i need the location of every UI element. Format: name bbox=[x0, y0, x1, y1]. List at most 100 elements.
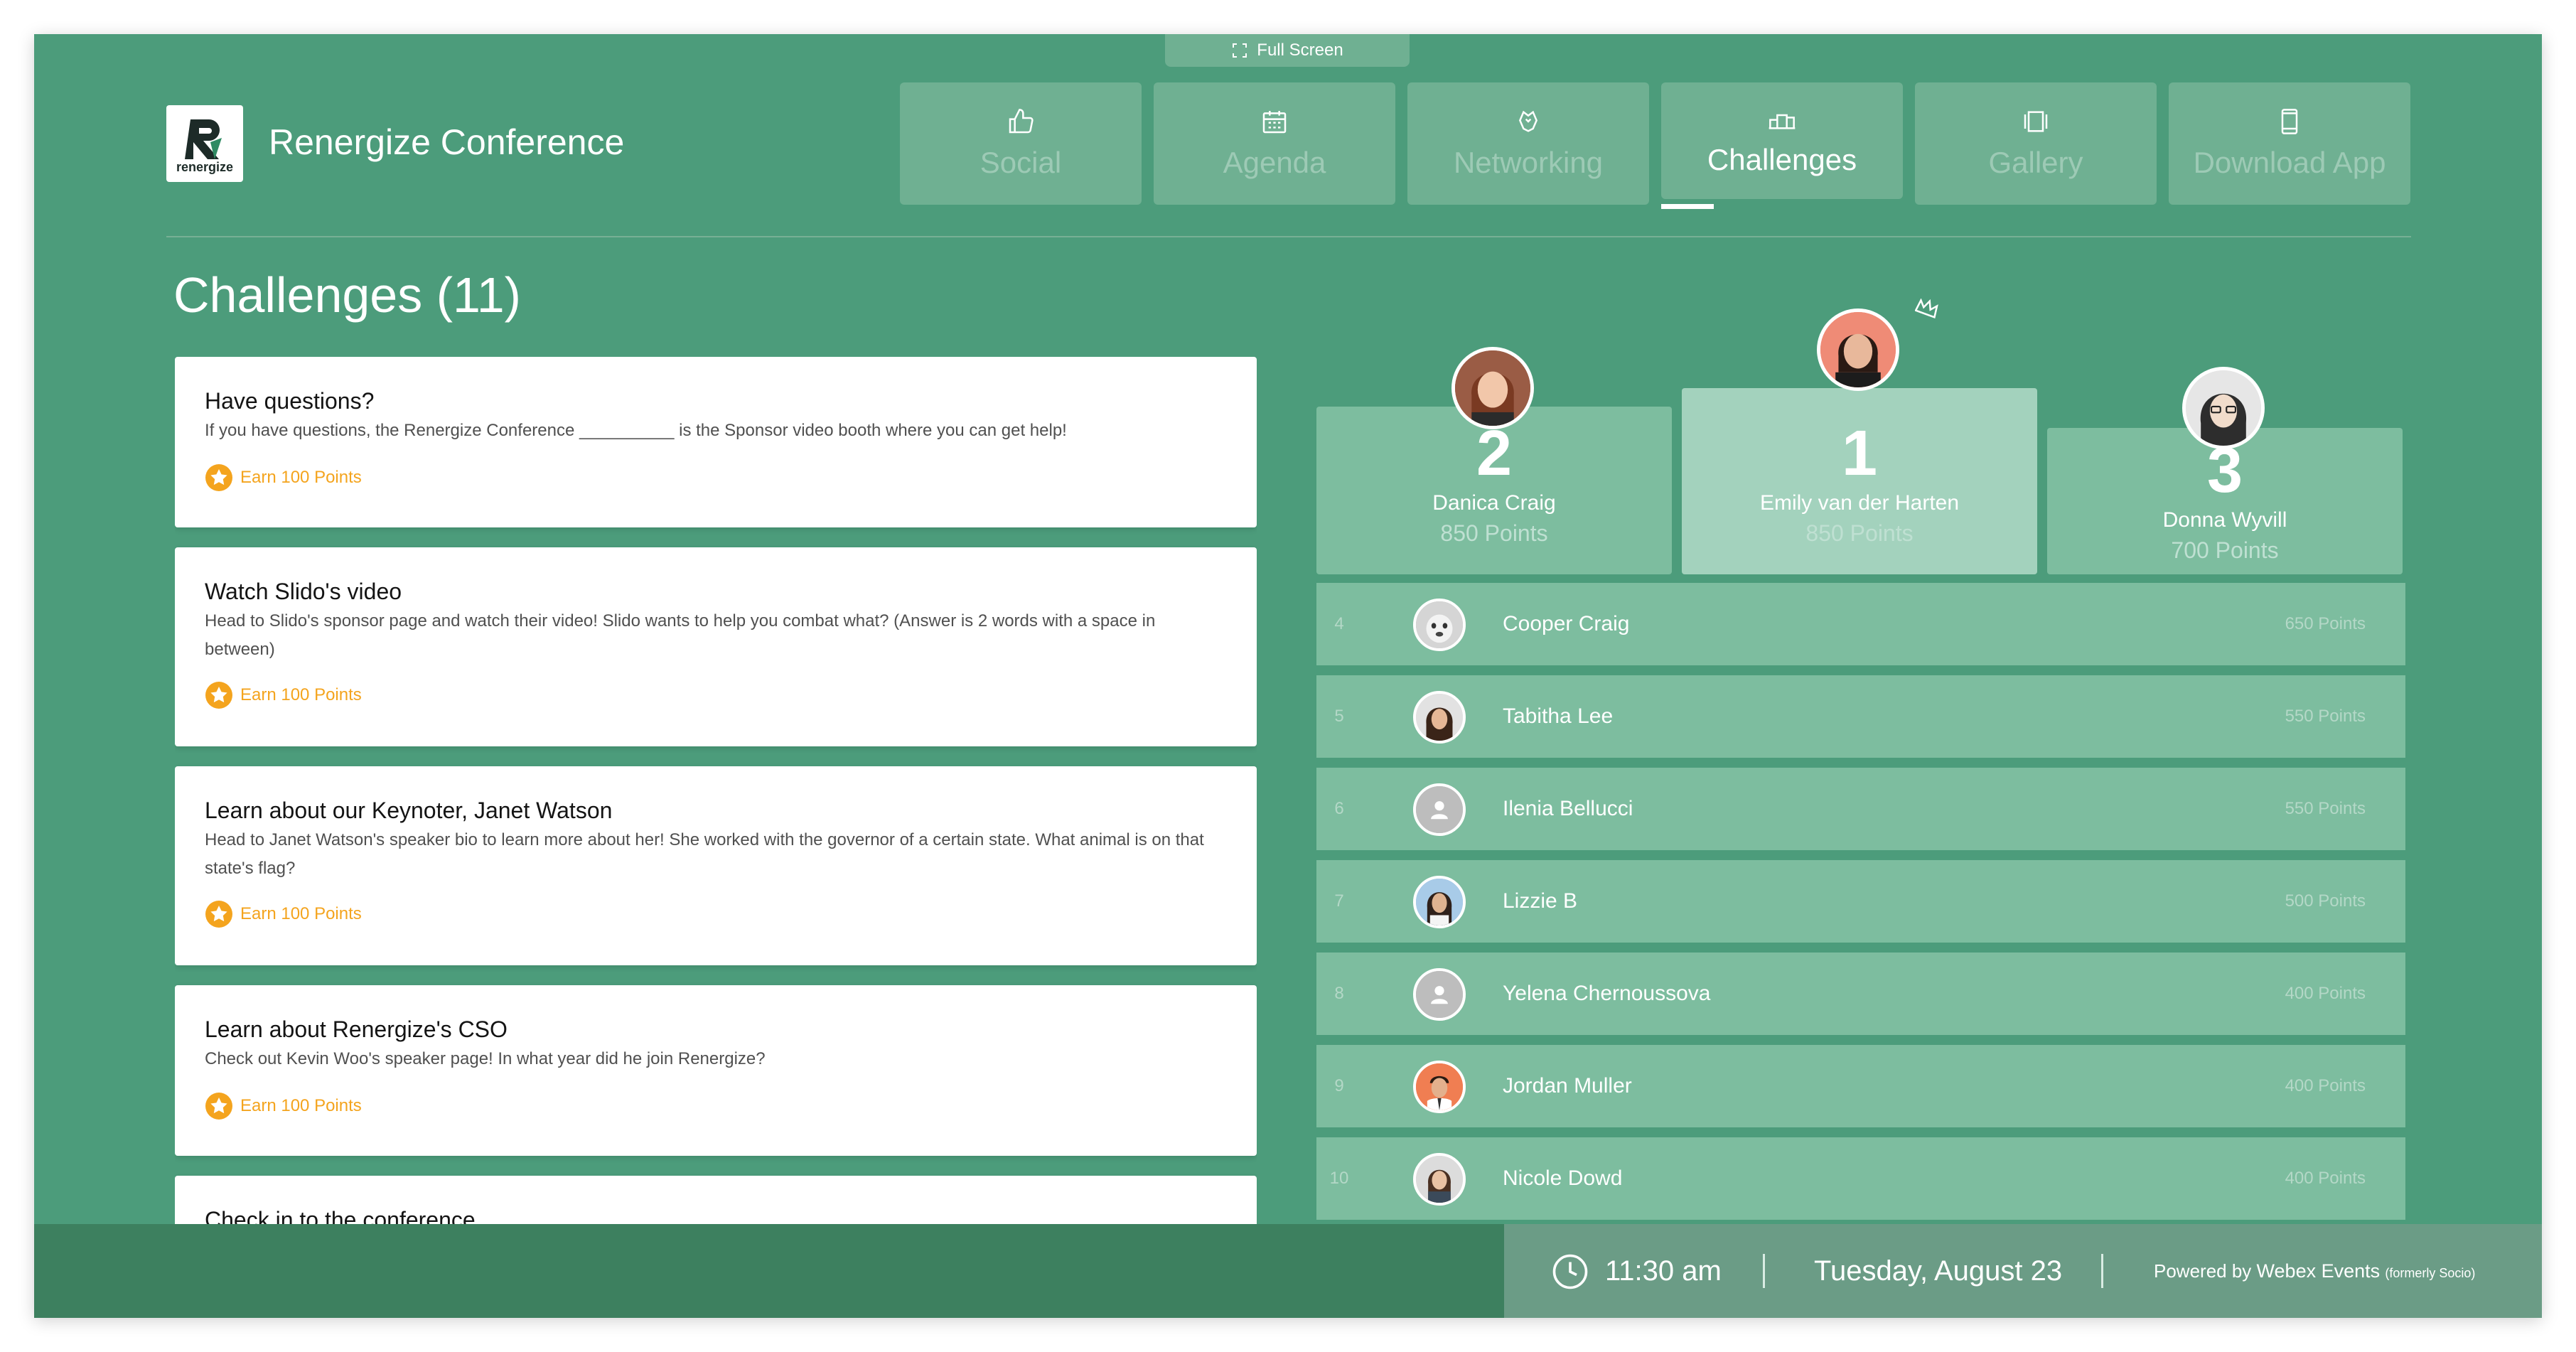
tab-social-label: Social bbox=[980, 146, 1062, 179]
crown-icon bbox=[1915, 299, 1938, 318]
thumbs-up-icon bbox=[1009, 109, 1034, 134]
reward-label: Earn 100 Points bbox=[240, 904, 362, 923]
star-badge-icon bbox=[205, 901, 232, 928]
event-display-screen: Full Screen renergize Renergize Conferen… bbox=[34, 34, 2542, 1318]
tab-challenges[interactable]: Challenges bbox=[1661, 82, 1903, 209]
leaderboard-rank: 6 bbox=[1334, 799, 1344, 818]
podium-third-place[interactable]: 3 Donna Wyvill 700 Points bbox=[2047, 428, 2403, 574]
podium-name: Donna Wyvill bbox=[2162, 508, 2287, 532]
challenge-title: Have questions? bbox=[205, 388, 375, 414]
default-user-icon bbox=[1416, 971, 1463, 1018]
avatar bbox=[2182, 367, 2265, 449]
leaderboard-rank: 5 bbox=[1334, 707, 1344, 726]
leaderboard-rank: 4 bbox=[1334, 614, 1344, 633]
reward-label: Earn 100 Points bbox=[240, 685, 362, 704]
phone-icon bbox=[2281, 109, 2298, 134]
challenge-list[interactable]: Have questions? If you have questions, t… bbox=[175, 357, 1257, 1260]
challenge-card[interactable]: Learn about our Keynoter, Janet Watson H… bbox=[175, 766, 1257, 965]
challenge-reward: Earn 100 Points bbox=[205, 463, 362, 492]
page-title: Challenges (11) bbox=[173, 267, 521, 323]
leaderboard-rank: 10 bbox=[1329, 1169, 1349, 1188]
leaderboard-row[interactable]: 9 Jordan Muller 400 Points bbox=[1316, 1045, 2405, 1127]
powered-brand: Webex Events bbox=[2256, 1260, 2381, 1282]
leaderboard-points: 400 Points bbox=[2285, 1076, 2366, 1095]
event-logo: renergize bbox=[166, 105, 243, 182]
podium-points: 850 Points bbox=[1440, 520, 1548, 546]
podium-points: 850 Points bbox=[1805, 520, 1914, 546]
tab-agenda[interactable]: Agenda bbox=[1154, 82, 1395, 205]
leaderboard-name: Tabitha Lee bbox=[1503, 704, 1614, 728]
tab-networking-label: Networking bbox=[1453, 146, 1604, 179]
footer-info-panel: 11:30 am Tuesday, August 23 Powered by W… bbox=[1504, 1224, 2542, 1318]
leaderboard-row[interactable]: 7 Lizzie B 500 Points bbox=[1316, 860, 2405, 943]
reward-label: Earn 100 Points bbox=[240, 468, 362, 487]
leaderboard-row[interactable]: 5 Tabitha Lee 550 Points bbox=[1316, 675, 2405, 758]
leaderboard-points: 550 Points bbox=[2285, 707, 2366, 726]
leaderboard-row[interactable]: 8 Yelena Chernoussova 400 Points bbox=[1316, 953, 2405, 1035]
renergize-logo-icon bbox=[185, 119, 222, 159]
avatar bbox=[1817, 309, 1899, 391]
tab-social[interactable]: Social bbox=[900, 82, 1142, 205]
leaderboard-points: 500 Points bbox=[2285, 891, 2366, 911]
challenge-description: Head to Janet Watson's speaker bio to le… bbox=[205, 830, 1204, 878]
challenge-reward: Earn 100 Points bbox=[205, 681, 362, 709]
leaderboard-points: 400 Points bbox=[2285, 984, 2366, 1003]
networking-icon bbox=[1518, 110, 1538, 132]
challenge-description: Check out Kevin Woo's speaker page! In w… bbox=[205, 1049, 766, 1068]
person-photo-icon bbox=[1455, 350, 1530, 426]
person-photo-icon bbox=[1820, 312, 1896, 387]
avatar bbox=[1451, 347, 1534, 429]
avatar bbox=[1413, 1153, 1466, 1206]
tab-download-app[interactable]: Download App bbox=[2169, 82, 2410, 205]
leaderboard-podium: 2 Danica Craig 850 Points 1 Emily van de… bbox=[1316, 262, 2408, 610]
challenge-card[interactable]: Have questions? If you have questions, t… bbox=[175, 357, 1257, 527]
tab-agenda-label: Agenda bbox=[1223, 146, 1326, 179]
footer-bar: 11:30 am Tuesday, August 23 Powered by W… bbox=[34, 1224, 2542, 1318]
challenge-reward: Earn 100 Points bbox=[205, 1092, 362, 1120]
challenge-title: Learn about our Keynoter, Janet Watson bbox=[205, 798, 613, 823]
star-badge-icon bbox=[205, 464, 232, 491]
tab-download-app-label: Download App bbox=[2193, 146, 2386, 179]
tab-challenges-label: Challenges bbox=[1707, 143, 1857, 176]
person-photo-icon bbox=[1416, 879, 1463, 926]
leaderboard-name: Cooper Craig bbox=[1503, 612, 1630, 635]
person-photo-icon bbox=[1416, 1156, 1463, 1203]
avatar bbox=[1413, 1061, 1466, 1113]
leaderboard-rank: 9 bbox=[1334, 1076, 1344, 1095]
logo-wordmark: renergize bbox=[176, 160, 234, 174]
tab-networking[interactable]: Networking bbox=[1407, 82, 1649, 205]
podium-second-place[interactable]: 2 Danica Craig 850 Points bbox=[1316, 407, 1672, 574]
tab-gallery-label: Gallery bbox=[1988, 146, 2083, 179]
leaderboard-name: Lizzie B bbox=[1503, 889, 1578, 913]
leaderboard-name: Jordan Muller bbox=[1503, 1074, 1632, 1098]
leaderboard-row[interactable]: 10 Nicole Dowd 400 Points bbox=[1316, 1137, 2405, 1220]
clock-icon bbox=[1552, 1254, 1588, 1289]
podium-icon bbox=[1769, 114, 1796, 129]
default-user-icon bbox=[1416, 786, 1463, 833]
podium-name: Danica Craig bbox=[1432, 491, 1556, 515]
conference-title: Renergize Conference bbox=[269, 122, 625, 162]
dog-photo-icon bbox=[1416, 601, 1463, 648]
active-tab-indicator bbox=[1661, 204, 1714, 209]
powered-by-credit: Powered by Webex Events (formerly Socio) bbox=[2154, 1224, 2475, 1318]
full-screen-button[interactable]: Full Screen bbox=[1165, 34, 1410, 67]
expand-icon bbox=[1233, 43, 1247, 58]
gallery-icon bbox=[2024, 111, 2048, 132]
leaderboard-list[interactable]: 4 Cooper Craig 650 Points 5 Tabitha Lee … bbox=[1316, 583, 2405, 1294]
leaderboard-name: Ilenia Bellucci bbox=[1503, 797, 1633, 820]
person-photo-icon bbox=[1416, 1063, 1463, 1110]
full-screen-label: Full Screen bbox=[1257, 41, 1343, 60]
avatar bbox=[1413, 691, 1466, 744]
challenge-card[interactable]: Watch Slido's video Head to Slido's spon… bbox=[175, 547, 1257, 746]
avatar bbox=[1413, 783, 1466, 836]
challenge-description: Head to Slido's sponsor page and watch t… bbox=[205, 611, 1156, 659]
current-time: 11:30 am bbox=[1605, 1255, 1722, 1287]
avatar bbox=[1413, 599, 1466, 651]
tab-gallery[interactable]: Gallery bbox=[1915, 82, 2157, 205]
leaderboard-name: Yelena Chernoussova bbox=[1503, 982, 1711, 1005]
challenge-card[interactable]: Learn about Renergize's CSO Check out Ke… bbox=[175, 985, 1257, 1156]
leaderboard-row[interactable]: 4 Cooper Craig 650 Points bbox=[1316, 583, 2405, 665]
podium-first-place[interactable]: 1 Emily van der Harten 850 Points bbox=[1682, 388, 2037, 574]
leaderboard-row[interactable]: 6 Ilenia Bellucci 550 Points bbox=[1316, 768, 2405, 850]
current-date: Tuesday, August 23 bbox=[1814, 1255, 2063, 1287]
